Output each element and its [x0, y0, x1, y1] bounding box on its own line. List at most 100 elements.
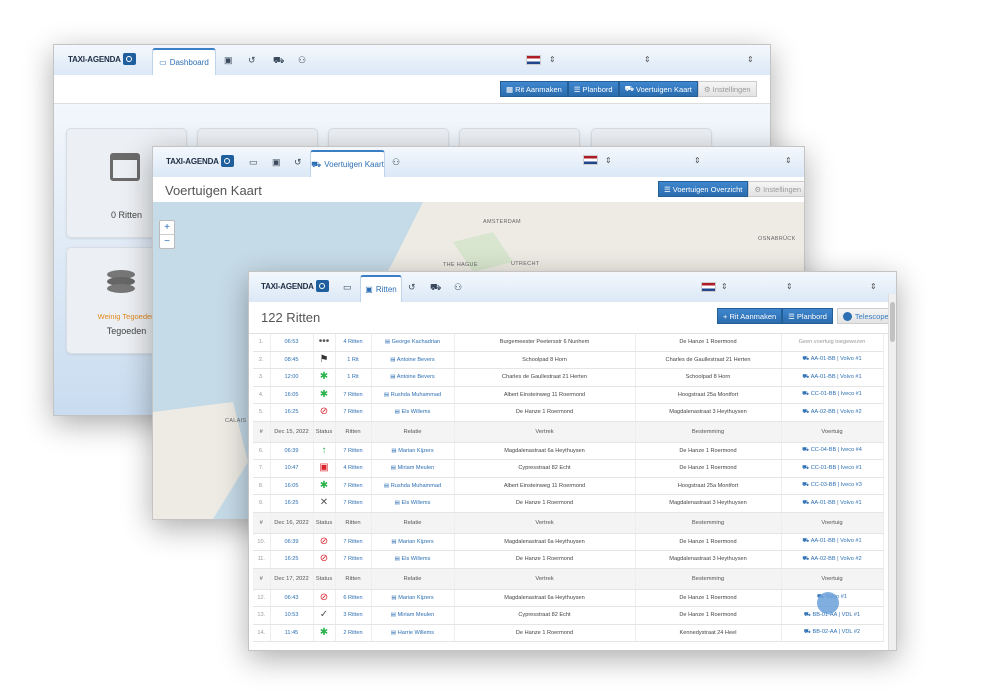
planbord-button[interactable]: ☰ Planbord [782, 308, 833, 324]
zoom-in-icon[interactable]: + [160, 221, 174, 235]
ride-time-link[interactable]: 16:25 [270, 494, 314, 513]
language-select-arrows-icon[interactable]: ⇕ [549, 55, 556, 64]
scrollbar[interactable] [888, 294, 896, 650]
select-arrows-icon[interactable]: ⇕ [785, 156, 792, 165]
ride-time-link[interactable]: 10:47 [270, 459, 314, 478]
ritten-count-link[interactable]: 1 Rit [335, 351, 372, 369]
table-row[interactable]: 1. 06:53 ••• 4 Ritten ▤ George Kachadrian Bur… [253, 334, 884, 352]
ritten-count-link[interactable]: 4 Ritten [335, 334, 372, 352]
voertuigen-overzicht-button[interactable]: ☰ Voertuigen Overzicht [658, 181, 749, 197]
telescope-button[interactable]: Telescope [836, 308, 895, 324]
language-flag-icon[interactable] [526, 55, 541, 65]
ride-time-link[interactable]: 12:00 [270, 368, 314, 387]
ritten-count-link[interactable]: 7 Ritten [335, 494, 372, 513]
zoom-out-icon[interactable]: − [160, 235, 174, 248]
monitor-icon[interactable]: ▭ [249, 157, 258, 167]
ritten-count-link[interactable]: 6 Ritten [335, 589, 372, 607]
monitor-icon[interactable]: ▭ [343, 282, 352, 292]
app-logo[interactable]: TAXI-AGENDA [261, 279, 329, 293]
select-arrows-icon[interactable]: ⇕ [747, 55, 754, 64]
language-select-arrows-icon[interactable]: ⇕ [721, 282, 728, 291]
ritten-count-link[interactable]: 2 Ritten [335, 624, 372, 642]
table-row[interactable]: 8. 16:05 ✱ 7 Ritten ▤ Rushda Muhammad Albert … [253, 477, 884, 495]
voertuig-link[interactable]: ⛟ CC-01-BB | Iveco #1 [781, 459, 884, 478]
voertuig-link[interactable]: ⛟ CC-03-BB | Iveco #3 [781, 477, 884, 495]
language-select-arrows-icon[interactable]: ⇕ [605, 156, 612, 165]
relatie-link[interactable]: ▤ Miriam Meulen [371, 459, 455, 478]
history-icon[interactable]: ↺ [408, 282, 416, 292]
ritten-count-link[interactable]: 7 Ritten [335, 533, 372, 551]
rit-aanmaken-button[interactable]: ▦ Rit Aanmaken [500, 81, 568, 97]
table-row[interactable]: 10. 06:39 ⊘ 7 Ritten ▤ Marian Kijzers Magdale… [253, 533, 884, 551]
instellingen-button[interactable]: ⚙ Instellingen [697, 81, 757, 97]
ride-time-link[interactable]: 06:39 [270, 533, 314, 551]
table-row[interactable]: 14. 11:45 ✱ 2 Ritten ▤ Harrie Willems De Hanz… [253, 624, 884, 642]
ride-time-link[interactable]: 06:43 [270, 589, 314, 607]
ritten-count-link[interactable]: 1 Rit [335, 368, 372, 387]
table-row[interactable]: 13. 10:53 ✓ 3 Ritten ▤ Miriam Meulen Cypresst… [253, 606, 884, 625]
voertuigen-kaart-button[interactable]: ⛟ Voertuigen Kaart [618, 81, 698, 97]
table-row[interactable]: 2. 08:45 ⚑ 1 Rit ▤ Antoine Bevers Schoolpad 8… [253, 351, 884, 369]
table-row[interactable]: 3. 12:00 ✱ 1 Rit ▤ Antoine Bevers Charles de … [253, 368, 884, 387]
chat-icon[interactable] [817, 592, 839, 614]
users-icon[interactable]: ⚇ [298, 55, 306, 65]
voertuig-link[interactable]: ⛟ BB-02-AA | VDL #2 [781, 624, 884, 642]
app-logo[interactable]: TAXI-AGENDA [166, 154, 234, 168]
ride-time-link[interactable]: 16:25 [270, 550, 314, 569]
ride-time-link[interactable]: 11:45 [270, 624, 314, 642]
instellingen-button[interactable]: ⚙ Instellingen [748, 181, 804, 197]
relatie-link[interactable]: ▤ Els Willems [371, 494, 455, 513]
voertuig-link[interactable]: ⛟ AA-01-BB | Volvo #1 [781, 368, 884, 387]
relatie-link[interactable]: ▤ Antoine Bevers [371, 351, 455, 369]
table-row[interactable]: 6. 06:39 ↑ 7 Ritten ▤ Marian Kijzers Magdalen… [253, 442, 884, 460]
tab-ritten[interactable]: ▣ Ritten [360, 275, 402, 302]
ritten-count-link[interactable]: 7 Ritten [335, 386, 372, 404]
ride-time-link[interactable]: 06:53 [270, 334, 314, 352]
relatie-link[interactable]: ▤ Els Willems [371, 403, 455, 422]
voertuig-link[interactable]: ⛟ AA-01-BB | Volvo #1 [781, 351, 884, 369]
voertuig-link[interactable]: ⛟ CC-04-BB | Iveco #4 [781, 442, 884, 460]
tab-dashboard[interactable]: ▭ Dashboard [152, 48, 216, 75]
ritten-count-link[interactable]: 7 Ritten [335, 550, 372, 569]
table-row[interactable]: 4. 16:05 ✱ 7 Ritten ▤ Rushda Muhammad Albert … [253, 386, 884, 404]
history-icon[interactable]: ↺ [248, 55, 256, 65]
car-icon[interactable]: ⛟ [273, 55, 284, 65]
users-icon[interactable]: ⚇ [392, 157, 400, 167]
ritten-count-link[interactable]: 4 Ritten [335, 459, 372, 478]
rit-aanmaken-button[interactable]: + Rit Aanmaken [717, 308, 783, 324]
ritten-count-link[interactable]: 7 Ritten [335, 442, 372, 460]
ritten-count-link[interactable]: 7 Ritten [335, 477, 372, 495]
ritten-count-link[interactable]: 3 Ritten [335, 606, 372, 625]
ride-time-link[interactable]: 16:25 [270, 403, 314, 422]
app-logo[interactable]: TAXI-AGENDA [68, 52, 136, 66]
voertuig-link[interactable]: ⛟ AA-01-BB | Volvo #1 [781, 533, 884, 551]
calendar-icon[interactable]: ▣ [272, 157, 281, 167]
voertuig-link[interactable]: ⛟ CC-01-BB | Iveco #1 [781, 386, 884, 404]
table-row[interactable]: 12. 06:43 ⊘ 6 Ritten ▤ Marian Kijzers Magdale… [253, 589, 884, 607]
relatie-link[interactable]: ▤ Rushda Muhammad [371, 477, 455, 495]
select-arrows-icon[interactable]: ⇕ [786, 282, 793, 291]
relatie-link[interactable]: ▤ Harrie Willems [371, 624, 455, 642]
ride-time-link[interactable]: 08:45 [270, 351, 314, 369]
relatie-link[interactable]: ▤ Marian Kijzers [371, 442, 455, 460]
relatie-link[interactable]: ▤ Miriam Meulen [371, 606, 455, 625]
select-arrows-icon[interactable]: ⇕ [694, 156, 701, 165]
ride-time-link[interactable]: 10:53 [270, 606, 314, 625]
planbord-button[interactable]: ☰ Planbord [567, 81, 619, 97]
users-icon[interactable]: ⚇ [454, 282, 462, 292]
tab-voertuigen-kaart[interactable]: ⛟ Voertuigen Kaart [310, 150, 385, 177]
relatie-link[interactable]: ▤ Antoine Bevers [371, 368, 455, 387]
table-row[interactable]: 9. 16:25 ✕ 7 Ritten ▤ Els Willems De Hanze 1 … [253, 494, 884, 513]
relatie-link[interactable]: ▤ Marian Kijzers [371, 589, 455, 607]
voertuig-link[interactable]: ⛟ AA-01-BB | Volvo #1 [781, 494, 884, 513]
select-arrows-icon[interactable]: ⇕ [870, 282, 877, 291]
ride-time-link[interactable]: 16:05 [270, 386, 314, 404]
calendar-icon[interactable]: ▣ [224, 55, 233, 65]
table-row[interactable]: 5. 16:25 ⊘ 7 Ritten ▤ Els Willems De Hanze 1 … [253, 403, 884, 422]
history-icon[interactable]: ↺ [294, 157, 302, 167]
relatie-link[interactable]: ▤ Marian Kijzers [371, 533, 455, 551]
scrollbar-thumb[interactable] [890, 302, 895, 342]
voertuig-link[interactable]: ⛟ AA-02-BB | Volvo #2 [781, 403, 884, 422]
ritten-count-link[interactable]: 7 Ritten [335, 403, 372, 422]
relatie-link[interactable]: ▤ Els Willems [371, 550, 455, 569]
